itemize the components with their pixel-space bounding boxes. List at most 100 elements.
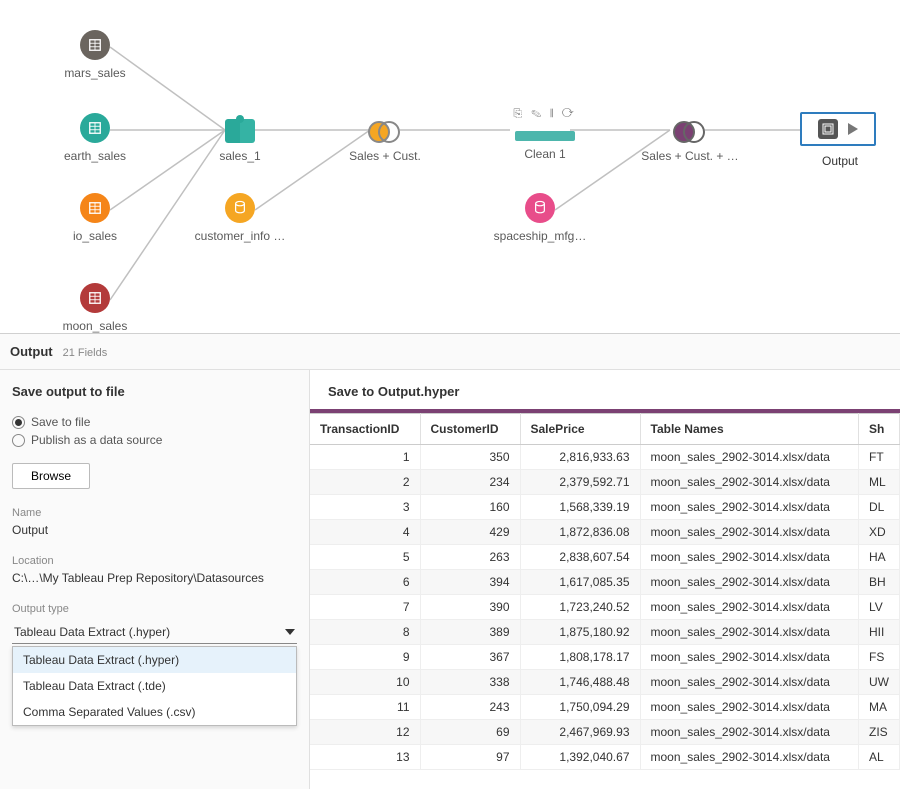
cell-customerid: 429	[420, 520, 520, 545]
cell-sh: HII	[859, 620, 900, 645]
select-value: Tableau Data Extract (.hyper)	[14, 625, 170, 639]
node-label: earth_sales	[45, 149, 145, 163]
node-label: Clean 1	[490, 147, 600, 161]
settings-heading: Save output to file	[12, 384, 297, 399]
preview-title: Save to Output.hyper	[310, 370, 900, 409]
cell-sh: AL	[859, 745, 900, 770]
table-row[interactable]: 73901,723,240.52moon_sales_2902-3014.xls…	[310, 595, 900, 620]
col-tablenames[interactable]: Table Names	[640, 414, 859, 445]
cell-sh: FS	[859, 645, 900, 670]
node-label: customer_info …	[190, 229, 290, 243]
node-mars-sales[interactable]: mars_sales	[45, 30, 145, 80]
radio-label: Publish as a data source	[31, 433, 162, 447]
cell-tablenames: moon_sales_2902-3014.xlsx/data	[640, 645, 859, 670]
table-row[interactable]: 13971,392,040.67moon_sales_2902-3014.xls…	[310, 745, 900, 770]
table-row[interactable]: 12692,467,969.93moon_sales_2902-3014.xls…	[310, 720, 900, 745]
cell-tablenames: moon_sales_2902-3014.xlsx/data	[640, 495, 859, 520]
preview-table: TransactionID CustomerID SalePrice Table…	[310, 413, 900, 770]
cell-saleprice: 2,838,607.54	[520, 545, 640, 570]
cell-transactionid: 1	[310, 445, 420, 470]
table-row[interactable]: 112431,750,094.29moon_sales_2902-3014.xl…	[310, 695, 900, 720]
cell-transactionid: 8	[310, 620, 420, 645]
dropdown-option[interactable]: Tableau Data Extract (.tde)	[13, 673, 296, 699]
run-icon[interactable]	[848, 123, 858, 135]
node-label: Sales + Cust.	[335, 149, 435, 163]
cell-tablenames: moon_sales_2902-3014.xlsx/data	[640, 520, 859, 545]
cell-sh: XD	[859, 520, 900, 545]
cell-sh: FT	[859, 445, 900, 470]
cell-sh: LV	[859, 595, 900, 620]
cell-tablenames: moon_sales_2902-3014.xlsx/data	[640, 445, 859, 470]
table-row[interactable]: 93671,808,178.17moon_sales_2902-3014.xls…	[310, 645, 900, 670]
cell-transactionid: 10	[310, 670, 420, 695]
name-value[interactable]: Output	[12, 523, 297, 537]
table-row[interactable]: 103381,746,488.48moon_sales_2902-3014.xl…	[310, 670, 900, 695]
cell-transactionid: 12	[310, 720, 420, 745]
clean-bar-icon	[515, 131, 575, 141]
col-transactionid[interactable]: TransactionID	[310, 414, 420, 445]
cell-saleprice: 1,746,488.48	[520, 670, 640, 695]
panel-title: Output	[10, 344, 53, 359]
cell-transactionid: 9	[310, 645, 420, 670]
node-customer-info[interactable]: customer_info …	[190, 193, 290, 243]
cell-transactionid: 2	[310, 470, 420, 495]
cell-transactionid: 11	[310, 695, 420, 720]
col-sh[interactable]: Sh	[859, 414, 900, 445]
node-label: sales_1	[190, 149, 290, 163]
cell-customerid: 367	[420, 645, 520, 670]
output-type-select[interactable]: Tableau Data Extract (.hyper)	[12, 621, 297, 644]
output-type-label: Output type	[12, 603, 297, 615]
cell-saleprice: 2,379,592.71	[520, 470, 640, 495]
node-moon-sales[interactable]: moon_sales	[45, 283, 145, 333]
cell-customerid: 234	[420, 470, 520, 495]
radio-publish[interactable]: Publish as a data source	[12, 433, 297, 447]
node-sales-1[interactable]: sales_1	[190, 116, 290, 163]
table-row[interactable]: 83891,875,180.92moon_sales_2902-3014.xls…	[310, 620, 900, 645]
cell-sh: ML	[859, 470, 900, 495]
dropdown-option[interactable]: Comma Separated Values (.csv)	[13, 699, 296, 725]
cell-customerid: 394	[420, 570, 520, 595]
cell-saleprice: 1,872,836.08	[520, 520, 640, 545]
node-label: io_sales	[45, 229, 145, 243]
cell-transactionid: 3	[310, 495, 420, 520]
output-file-icon	[818, 119, 838, 139]
cell-customerid: 263	[420, 545, 520, 570]
node-clean-1[interactable]: ⎘ ✎ 𝄂 ⟳ Clean 1	[490, 108, 600, 161]
node-output[interactable]: Output	[800, 112, 880, 168]
cell-tablenames: moon_sales_2902-3014.xlsx/data	[640, 620, 859, 645]
dropdown-option[interactable]: Tableau Data Extract (.hyper)	[13, 647, 296, 673]
table-row[interactable]: 63941,617,085.35moon_sales_2902-3014.xls…	[310, 570, 900, 595]
node-sales-cust-plus[interactable]: Sales + Cust. + …	[640, 117, 740, 163]
flow-canvas[interactable]: mars_sales earth_sales io_sales moon_sal…	[0, 0, 900, 333]
col-customerid[interactable]: CustomerID	[420, 414, 520, 445]
browse-button[interactable]: Browse	[12, 463, 90, 489]
chevron-down-icon	[285, 629, 295, 635]
table-row[interactable]: 22342,379,592.71moon_sales_2902-3014.xls…	[310, 470, 900, 495]
cell-saleprice: 2,816,933.63	[520, 445, 640, 470]
table-row[interactable]: 31601,568,339.19moon_sales_2902-3014.xls…	[310, 495, 900, 520]
output-settings-pane: Save output to file Save to file Publish…	[0, 370, 310, 789]
cell-customerid: 97	[420, 745, 520, 770]
node-io-sales[interactable]: io_sales	[45, 193, 145, 243]
cell-transactionid: 13	[310, 745, 420, 770]
node-spaceship-mfg[interactable]: spaceship_mfg…	[490, 193, 590, 243]
cell-customerid: 243	[420, 695, 520, 720]
name-label: Name	[12, 507, 297, 519]
location-label: Location	[12, 555, 297, 567]
cell-customerid: 390	[420, 595, 520, 620]
location-value[interactable]: C:\…\My Tableau Prep Repository\Datasour…	[12, 571, 297, 585]
node-sales-cust[interactable]: Sales + Cust.	[335, 117, 435, 163]
cell-customerid: 69	[420, 720, 520, 745]
table-row[interactable]: 44291,872,836.08moon_sales_2902-3014.xls…	[310, 520, 900, 545]
table-row[interactable]: 52632,838,607.54moon_sales_2902-3014.xls…	[310, 545, 900, 570]
node-label: mars_sales	[45, 66, 145, 80]
cell-saleprice: 1,568,339.19	[520, 495, 640, 520]
cell-tablenames: moon_sales_2902-3014.xlsx/data	[640, 545, 859, 570]
table-row[interactable]: 13502,816,933.63moon_sales_2902-3014.xls…	[310, 445, 900, 470]
cell-customerid: 160	[420, 495, 520, 520]
cell-saleprice: 1,617,085.35	[520, 570, 640, 595]
radio-save-to-file[interactable]: Save to file	[12, 415, 297, 429]
col-saleprice[interactable]: SalePrice	[520, 414, 640, 445]
node-earth-sales[interactable]: earth_sales	[45, 113, 145, 163]
output-type-dropdown: Tableau Data Extract (.hyper) Tableau Da…	[12, 646, 297, 726]
